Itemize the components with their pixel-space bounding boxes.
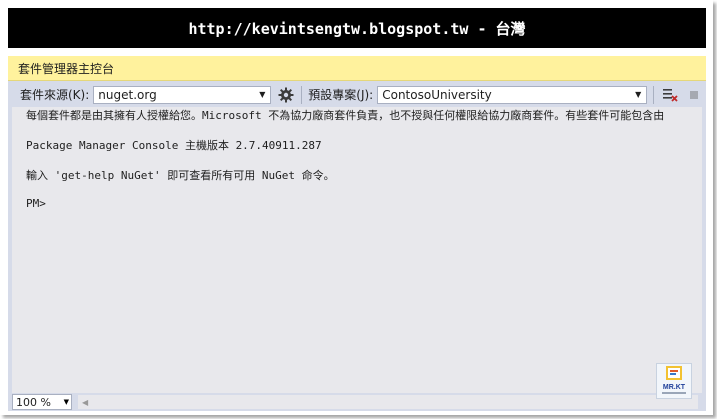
window-title: 套件管理器主控台 [18,61,115,76]
chevron-down-icon: ▼ [63,398,69,406]
chevron-down-icon: ▼ [259,90,266,99]
status-bar: 100 % ▼ ◀ [8,393,706,411]
zoom-value: 100 % [16,395,51,409]
mr-kt-logo: MR.KT [656,363,692,399]
console-line: Package Manager Console 主機版本 2.7.40911.2… [26,139,322,152]
svg-text:MR.KT: MR.KT [663,384,686,391]
package-source-label: 套件來源(K): [20,88,90,102]
package-source-dropdown[interactable]: nuget.org ▼ [93,85,272,104]
settings-gear-button[interactable] [277,86,295,104]
url-banner: http://kevintsengtw.blogspot.tw - 台灣 [8,8,706,48]
console-output[interactable]: 每個套件都是由其擁有人授權給您。Microsoft 不為協力廠商套件負責，也不授… [12,107,702,393]
gear-icon [278,87,294,102]
stop-button[interactable] [686,87,702,103]
horizontal-scrollbar[interactable]: ◀ [78,395,698,409]
logo-icon: MR.KT [662,366,686,394]
package-source-value: nuget.org [98,87,157,102]
chevron-down-icon: ▼ [635,90,642,99]
banner-text: http://kevintsengtw.blogspot.tw - 台灣 [188,19,526,38]
clear-console-button[interactable] [662,87,678,103]
console-toolbar: 套件來源(K): nuget.org ▼ 預設專案(J): ContosoUni… [8,82,706,107]
package-manager-console-window: 套件管理器主控台 套件來源(K): nuget.org ▼ 預設專案(J): C… [8,56,706,411]
clear-console-icon [663,88,678,102]
stop-icon [690,90,699,99]
console-line: 輸入 'get-help NuGet' 即可查看所有可用 NuGet 命令。 [26,169,335,182]
console-line: 每個套件都是由其擁有人授權給您。Microsoft 不為協力廠商套件負責，也不授… [26,109,665,122]
toolbar-separator [653,85,655,104]
default-project-label: 預設專案(J): [308,88,374,102]
screenshot-frame: http://kevintsengtw.blogspot.tw - 台灣 套件管… [0,0,713,415]
toolbar-separator [301,85,303,104]
scroll-left-icon[interactable]: ◀ [82,398,88,407]
window-titlebar[interactable]: 套件管理器主控台 [8,56,706,81]
console-prompt: PM> [26,197,46,210]
default-project-value: ContosoUniversity [382,87,492,102]
default-project-dropdown[interactable]: ContosoUniversity ▼ [377,85,648,104]
zoom-dropdown[interactable]: 100 % ▼ [12,394,72,410]
